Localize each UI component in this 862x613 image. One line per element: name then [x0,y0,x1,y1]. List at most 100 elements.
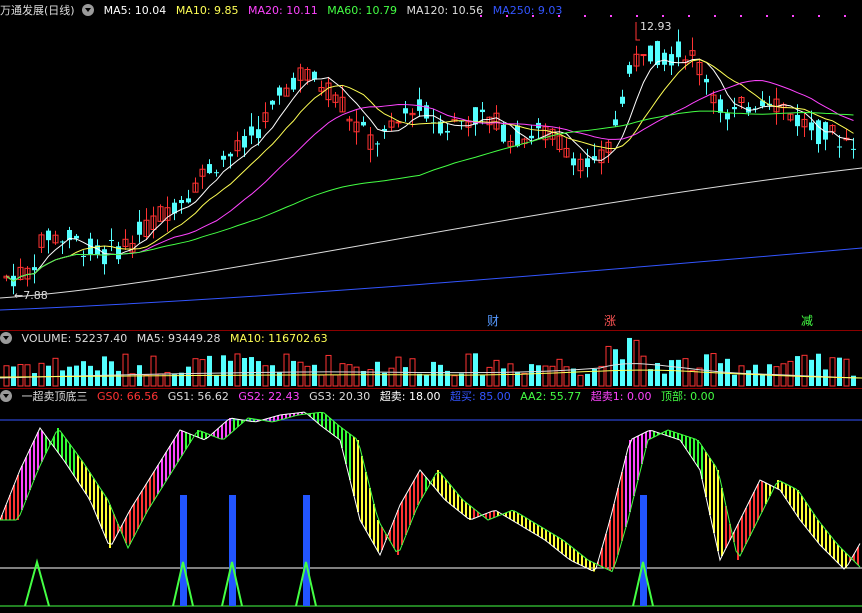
volume-bar [493,359,500,387]
candle-body [207,164,212,174]
volume-bar [256,361,261,386]
top-dot [844,15,846,17]
aa2-label: AA2: 55.77 [520,390,582,403]
bottom-signal-bar [640,495,647,606]
chevron-down-icon[interactable] [0,390,12,402]
top-dot [818,15,820,17]
volume-bar [465,353,472,387]
top-dot [610,15,612,17]
volume-bar [304,365,311,387]
candle-body [725,113,730,120]
candle-body [585,158,590,168]
volume-bar [417,373,422,386]
volume-bar [620,359,625,386]
volume-bar [249,357,254,386]
volume-bar [109,361,114,386]
volume-bar [375,361,380,386]
overbought-label: 超买: 85.00 [450,390,511,403]
candle-body [186,198,191,203]
volume-bar [787,360,794,387]
volume-bar [640,355,647,387]
volume-bar [648,369,653,386]
bottom-signal-bar [303,495,310,606]
bottom-signal-spike [24,558,50,607]
volume-bar [451,375,458,387]
candle-body [109,239,114,241]
high-price-label: 12.93 [640,20,672,33]
volume-bar [214,375,219,386]
volume-bar [529,364,534,386]
volume-bar [179,372,184,386]
volume-bar [738,365,745,387]
volume-bar [732,374,737,386]
candle-body [620,96,625,104]
candle-body [501,124,506,142]
candle-body [270,100,275,105]
candle-body [662,52,667,65]
candle-body [46,230,51,241]
volume-bar [81,361,86,386]
candle-body [137,221,142,235]
marker-rise[interactable]: 涨 [604,314,616,328]
bottom-signal-bar [180,495,187,606]
candle-body [640,54,647,57]
volume-bar [52,357,59,387]
volume-bar [242,357,247,386]
volume-bar [95,370,100,386]
volume-bar [424,374,429,386]
volume-bar [346,364,353,387]
volume-bar [270,365,275,386]
volume-bar [577,374,584,387]
top-label: 顶部: 0.00 [660,390,715,403]
candle-body [851,148,856,150]
bottom-signal-bar [229,495,236,606]
volume-bar [38,362,45,387]
candle-body [515,125,520,147]
volume-bar [17,364,24,387]
candle-body [571,158,576,166]
top-dot [688,15,690,17]
volume-bar [549,365,556,387]
chart-canvas[interactable] [0,0,862,613]
ma20-line [6,80,854,282]
candle-body [102,249,107,265]
chevron-down-icon[interactable] [0,332,12,344]
ma60-line [6,110,854,282]
oversold1-label: 超卖1: 0.00 [590,390,652,403]
volume-bar [536,365,541,386]
top-dot [480,15,482,17]
candle-body [718,99,723,113]
top-dot [532,15,534,17]
volume-label: VOLUME: 52237.40 [21,332,128,345]
volume-bar [542,365,549,387]
volume-bar [823,369,828,386]
candle-body [179,199,184,204]
marker-finance[interactable]: 财 [487,314,499,328]
indicator-header: 一超卖顶底三 GS0: 66.56 GS1: 56.62 GS2: 22.43 … [0,389,862,405]
volume-bar [11,366,16,386]
volume-bar [361,371,366,386]
marker-reduce[interactable]: 减 [801,314,813,328]
volume-bar [192,358,199,387]
volume-bar [150,355,157,387]
volume-bar [829,357,836,387]
oversold-label: 超卖: 18.00 [379,390,441,403]
volume-bar [662,373,667,386]
volume-bar [297,361,304,387]
volume-bar [164,371,171,387]
volume-bar [395,356,402,387]
candle-body [480,109,485,113]
volume-bar [773,366,780,387]
volume-bar [228,360,233,386]
volume-bar [445,370,450,386]
candle-body [249,126,254,136]
volume-bar [710,353,717,387]
low-price-label: ←7.88 [14,289,48,302]
gs3-label: GS3: 20.30 [309,390,371,403]
volume-bar [122,353,129,387]
volume-bar [689,370,696,387]
volume-bar [277,371,282,386]
candle-body [74,235,79,239]
volume-bar [655,362,660,386]
volume-bar [795,356,800,386]
